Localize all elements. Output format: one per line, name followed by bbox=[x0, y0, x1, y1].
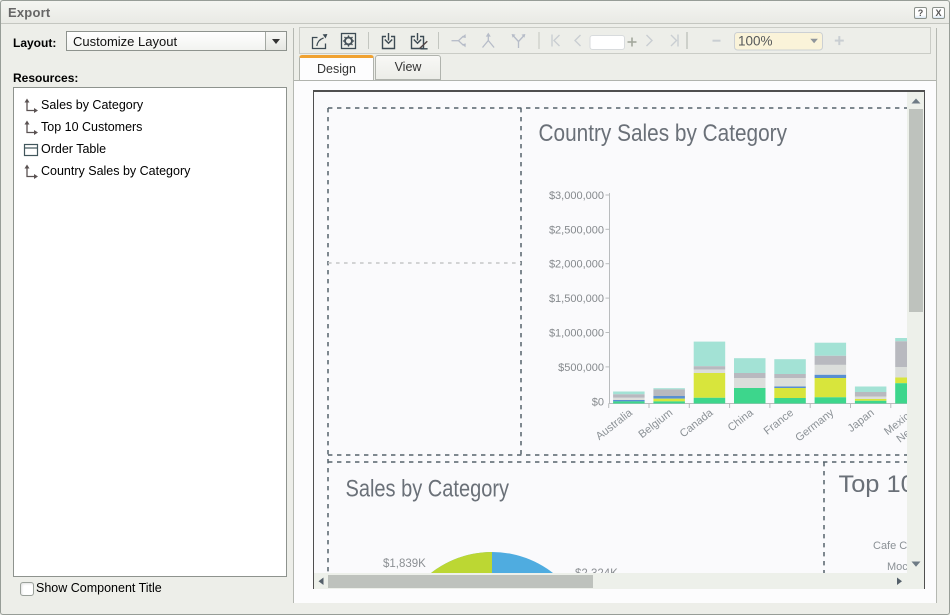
svg-text:$2,500,000: $2,500,000 bbox=[549, 224, 604, 236]
svg-text:Canada: Canada bbox=[678, 406, 716, 440]
svg-text:100%: 100% bbox=[738, 34, 773, 49]
svg-text:$0: $0 bbox=[592, 396, 604, 408]
svg-text:$1,839K: $1,839K bbox=[383, 558, 426, 570]
svg-text:$1,000,000: $1,000,000 bbox=[549, 328, 604, 340]
svg-text:$2,000,000: $2,000,000 bbox=[549, 259, 604, 271]
svg-text:Japan: Japan bbox=[846, 407, 877, 435]
svg-text:Australia: Australia bbox=[594, 406, 636, 442]
svg-text:Top 10 Customers: Top 10 Customers bbox=[839, 471, 908, 498]
svg-text:France: France bbox=[762, 407, 796, 438]
svg-text:Sales by Category: Sales by Category bbox=[346, 475, 510, 502]
svg-text:Belgium: Belgium bbox=[636, 407, 675, 441]
svg-text:$1,500,000: $1,500,000 bbox=[549, 293, 604, 305]
svg-text:Country Sales by Category: Country Sales by Category bbox=[539, 120, 788, 147]
svg-text:Germany: Germany bbox=[793, 407, 836, 445]
svg-text:Cafe Cor: Cafe Cor bbox=[873, 540, 907, 552]
svg-text:$3,000,000: $3,000,000 bbox=[549, 190, 604, 202]
svg-text:$500,000: $500,000 bbox=[558, 362, 604, 374]
svg-text:China: China bbox=[726, 406, 757, 434]
svg-text:Mocha: Mocha bbox=[887, 561, 907, 573]
